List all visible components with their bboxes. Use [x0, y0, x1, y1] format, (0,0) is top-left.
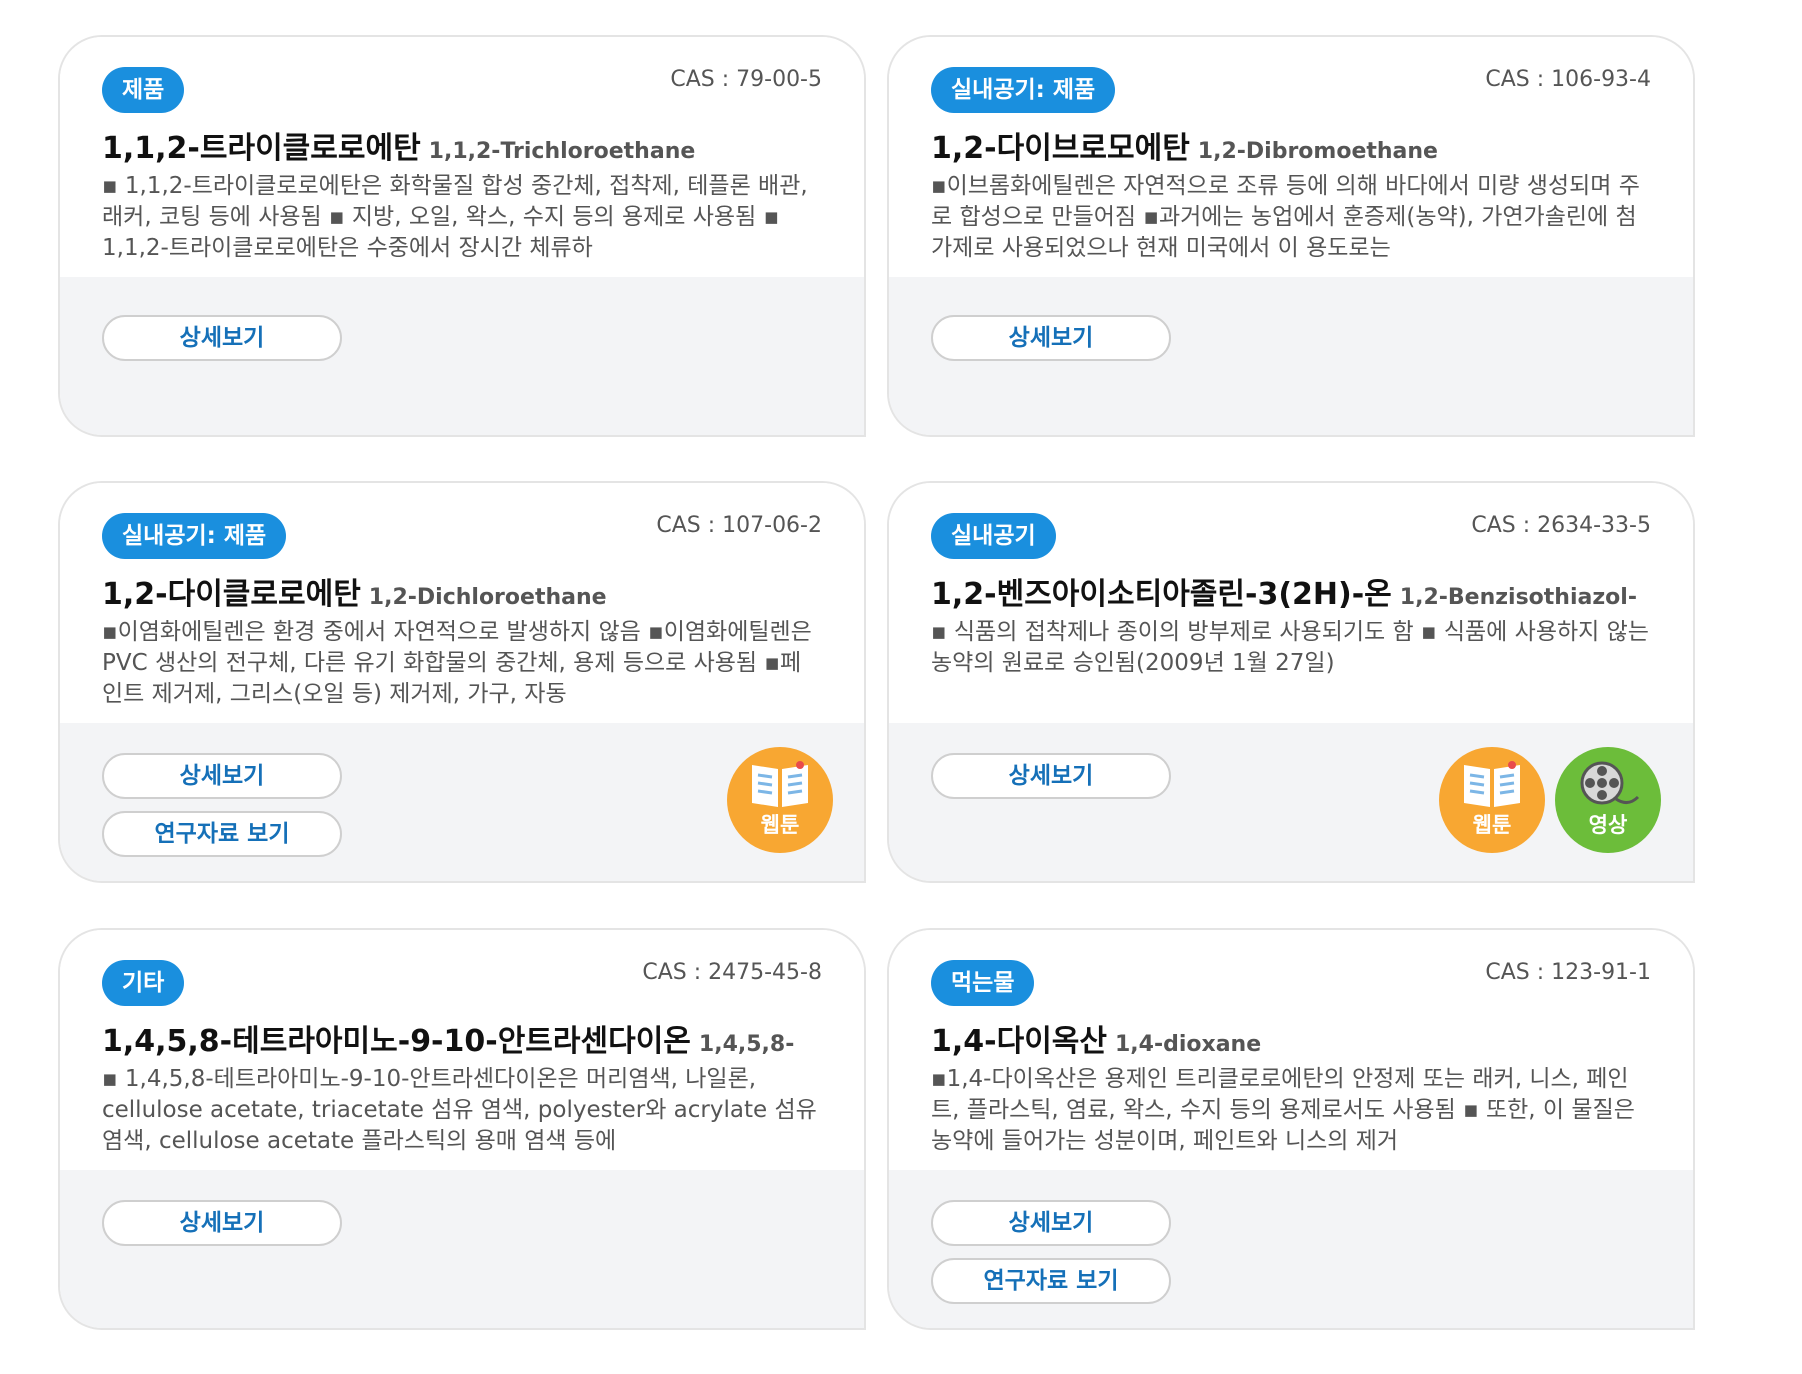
- category-tag: 기타: [102, 960, 185, 1006]
- detail-button[interactable]: 상세보기: [931, 315, 1171, 361]
- chemical-name-en: 1,4-dioxane: [1115, 1032, 1262, 1056]
- chemical-title: 1,2-다이클로로에탄 1,2-Dichloroethane: [102, 569, 822, 609]
- card-summary: 제품 CAS : 79-00-5 1,1,2-트라이클로로에탄 1,1,2-Tri…: [60, 37, 864, 277]
- chemical-card: 제품 CAS : 79-00-5 1,1,2-트라이클로로에탄 1,1,2-Tri…: [58, 35, 866, 437]
- chemical-title: 1,4,5,8-테트라아미노-9-10-안트라센다이온 1,4,5,8-: [102, 1016, 822, 1056]
- card-actions: 상세보기 웹툰 영상: [889, 723, 1693, 881]
- research-data-button[interactable]: 연구자료 보기: [102, 811, 342, 857]
- chemical-name-en: 1,2-Dibromoethane: [1197, 139, 1438, 163]
- chemical-title: 1,2-다이브로모에탄 1,2-Dibromoethane: [931, 123, 1651, 163]
- card-summary: 실내공기: 제품 CAS : 106-93-4 1,2-다이브로모에탄 1,2-D…: [889, 37, 1693, 277]
- chemical-name-en: 1,1,2-Trichloroethane: [428, 139, 696, 163]
- category-tag: 실내공기: 제품: [102, 513, 287, 559]
- card-actions: 상세보기: [60, 277, 864, 435]
- cas-number: CAS : 107-06-2: [656, 513, 822, 538]
- chemical-name-ko: 1,4-다이옥산: [931, 1024, 1107, 1056]
- chemical-title: 1,1,2-트라이클로로에탄 1,1,2-Trichloroethane: [102, 123, 822, 163]
- card-actions: 상세보기 연구자료 보기: [889, 1170, 1693, 1328]
- category-tag: 제품: [102, 67, 185, 113]
- card-actions: 상세보기 연구자료 보기 웹툰: [60, 723, 864, 881]
- card-summary: 실내공기 CAS : 2634-33-5 1,2-벤즈아이소티아졸린-3(2H)…: [889, 483, 1693, 723]
- chemical-name-en: 1,2-Benzisothiazol-: [1399, 585, 1637, 609]
- detail-button[interactable]: 상세보기: [102, 315, 342, 361]
- category-tag: 먹는물: [931, 960, 1035, 1006]
- chemical-card: 먹는물 CAS : 123-91-1 1,4-다이옥산 1,4-dioxane ▪…: [887, 928, 1695, 1330]
- chemical-name-en: 1,4,5,8-: [698, 1032, 795, 1056]
- cas-number: CAS : 2634-33-5: [1471, 513, 1651, 538]
- card-actions: 상세보기: [60, 1170, 864, 1328]
- video-button[interactable]: 영상: [1555, 747, 1661, 853]
- chemical-card: 기타 CAS : 2475-45-8 1,4,5,8-테트라아미노-9-10-안…: [58, 928, 866, 1330]
- chemical-description: ▪1,4-다이옥산은 용제인 트리클로로에탄의 안정제 또는 래커, 니스, 페…: [931, 1066, 1635, 1152]
- card-summary: 기타 CAS : 2475-45-8 1,4,5,8-테트라아미노-9-10-안…: [60, 930, 864, 1170]
- detail-button[interactable]: 상세보기: [931, 1200, 1171, 1246]
- detail-button[interactable]: 상세보기: [102, 753, 342, 799]
- webtoon-label: 웹툰: [760, 813, 800, 837]
- category-tag: 실내공기: 제품: [931, 67, 1116, 113]
- card-actions: 상세보기: [889, 277, 1693, 435]
- chemical-title: 1,2-벤즈아이소티아졸린-3(2H)-온 1,2-Benzisothiazol-: [931, 569, 1651, 609]
- webtoon-label: 웹툰: [1472, 813, 1512, 837]
- category-tag: 실내공기: [931, 513, 1056, 559]
- chemical-description: ▪이브롬화에틸렌은 자연적으로 조류 등에 의해 바다에서 미량 생성되며 주로…: [931, 173, 1640, 259]
- chemical-name-en: 1,2-Dichloroethane: [368, 585, 607, 609]
- cas-number: CAS : 123-91-1: [1485, 960, 1651, 985]
- chemical-description: ▪ 식품의 접착제나 종이의 방부제로 사용되기도 함 ▪ 식품에 사용하지 않…: [931, 619, 1649, 676]
- webtoon-button[interactable]: 웹툰: [727, 747, 833, 853]
- video-label: 영상: [1588, 813, 1628, 837]
- cas-number: CAS : 106-93-4: [1485, 67, 1651, 92]
- chemical-description: ▪이염화에틸렌은 환경 중에서 자연적으로 발생하지 않음 ▪이염화에틸렌은 P…: [102, 619, 812, 705]
- detail-button[interactable]: 상세보기: [931, 753, 1171, 799]
- chemical-name-ko: 1,2-벤즈아이소티아졸린-3(2H)-온: [931, 577, 1392, 609]
- chemical-title: 1,4-다이옥산 1,4-dioxane: [931, 1016, 1651, 1056]
- card-summary: 먹는물 CAS : 123-91-1 1,4-다이옥산 1,4-dioxane ▪…: [889, 930, 1693, 1170]
- chemical-name-ko: 1,1,2-트라이클로로에탄: [102, 131, 421, 163]
- cas-number: CAS : 79-00-5: [670, 67, 822, 92]
- chemical-name-ko: 1,2-다이클로로에탄: [102, 577, 361, 609]
- research-data-button[interactable]: 연구자료 보기: [931, 1258, 1171, 1304]
- film-reel-icon: [1580, 761, 1640, 805]
- book-icon: [752, 761, 808, 807]
- chemical-card: 실내공기: 제품 CAS : 107-06-2 1,2-다이클로로에탄 1,2-D…: [58, 481, 866, 883]
- detail-button[interactable]: 상세보기: [102, 1200, 342, 1246]
- chemical-name-ko: 1,4,5,8-테트라아미노-9-10-안트라센다이온: [102, 1024, 691, 1056]
- chemical-description: ▪ 1,1,2-트라이클로로에탄은 화학물질 합성 중간체, 접착제, 테플론 …: [102, 173, 808, 259]
- book-icon: [1464, 761, 1520, 807]
- chemical-card: 실내공기: 제품 CAS : 106-93-4 1,2-다이브로모에탄 1,2-D…: [887, 35, 1695, 437]
- card-summary: 실내공기: 제품 CAS : 107-06-2 1,2-다이클로로에탄 1,2-D…: [60, 483, 864, 723]
- chemical-card-grid: 제품 CAS : 79-00-5 1,1,2-트라이클로로에탄 1,1,2-Tri…: [0, 0, 1802, 1374]
- chemical-description: ▪ 1,4,5,8-테트라아미노-9-10-안트라센다이온은 머리염색, 나일론…: [102, 1066, 817, 1152]
- cas-number: CAS : 2475-45-8: [642, 960, 822, 985]
- webtoon-button[interactable]: 웹툰: [1439, 747, 1545, 853]
- chemical-card: 실내공기 CAS : 2634-33-5 1,2-벤즈아이소티아졸린-3(2H)…: [887, 481, 1695, 883]
- chemical-name-ko: 1,2-다이브로모에탄: [931, 131, 1190, 163]
